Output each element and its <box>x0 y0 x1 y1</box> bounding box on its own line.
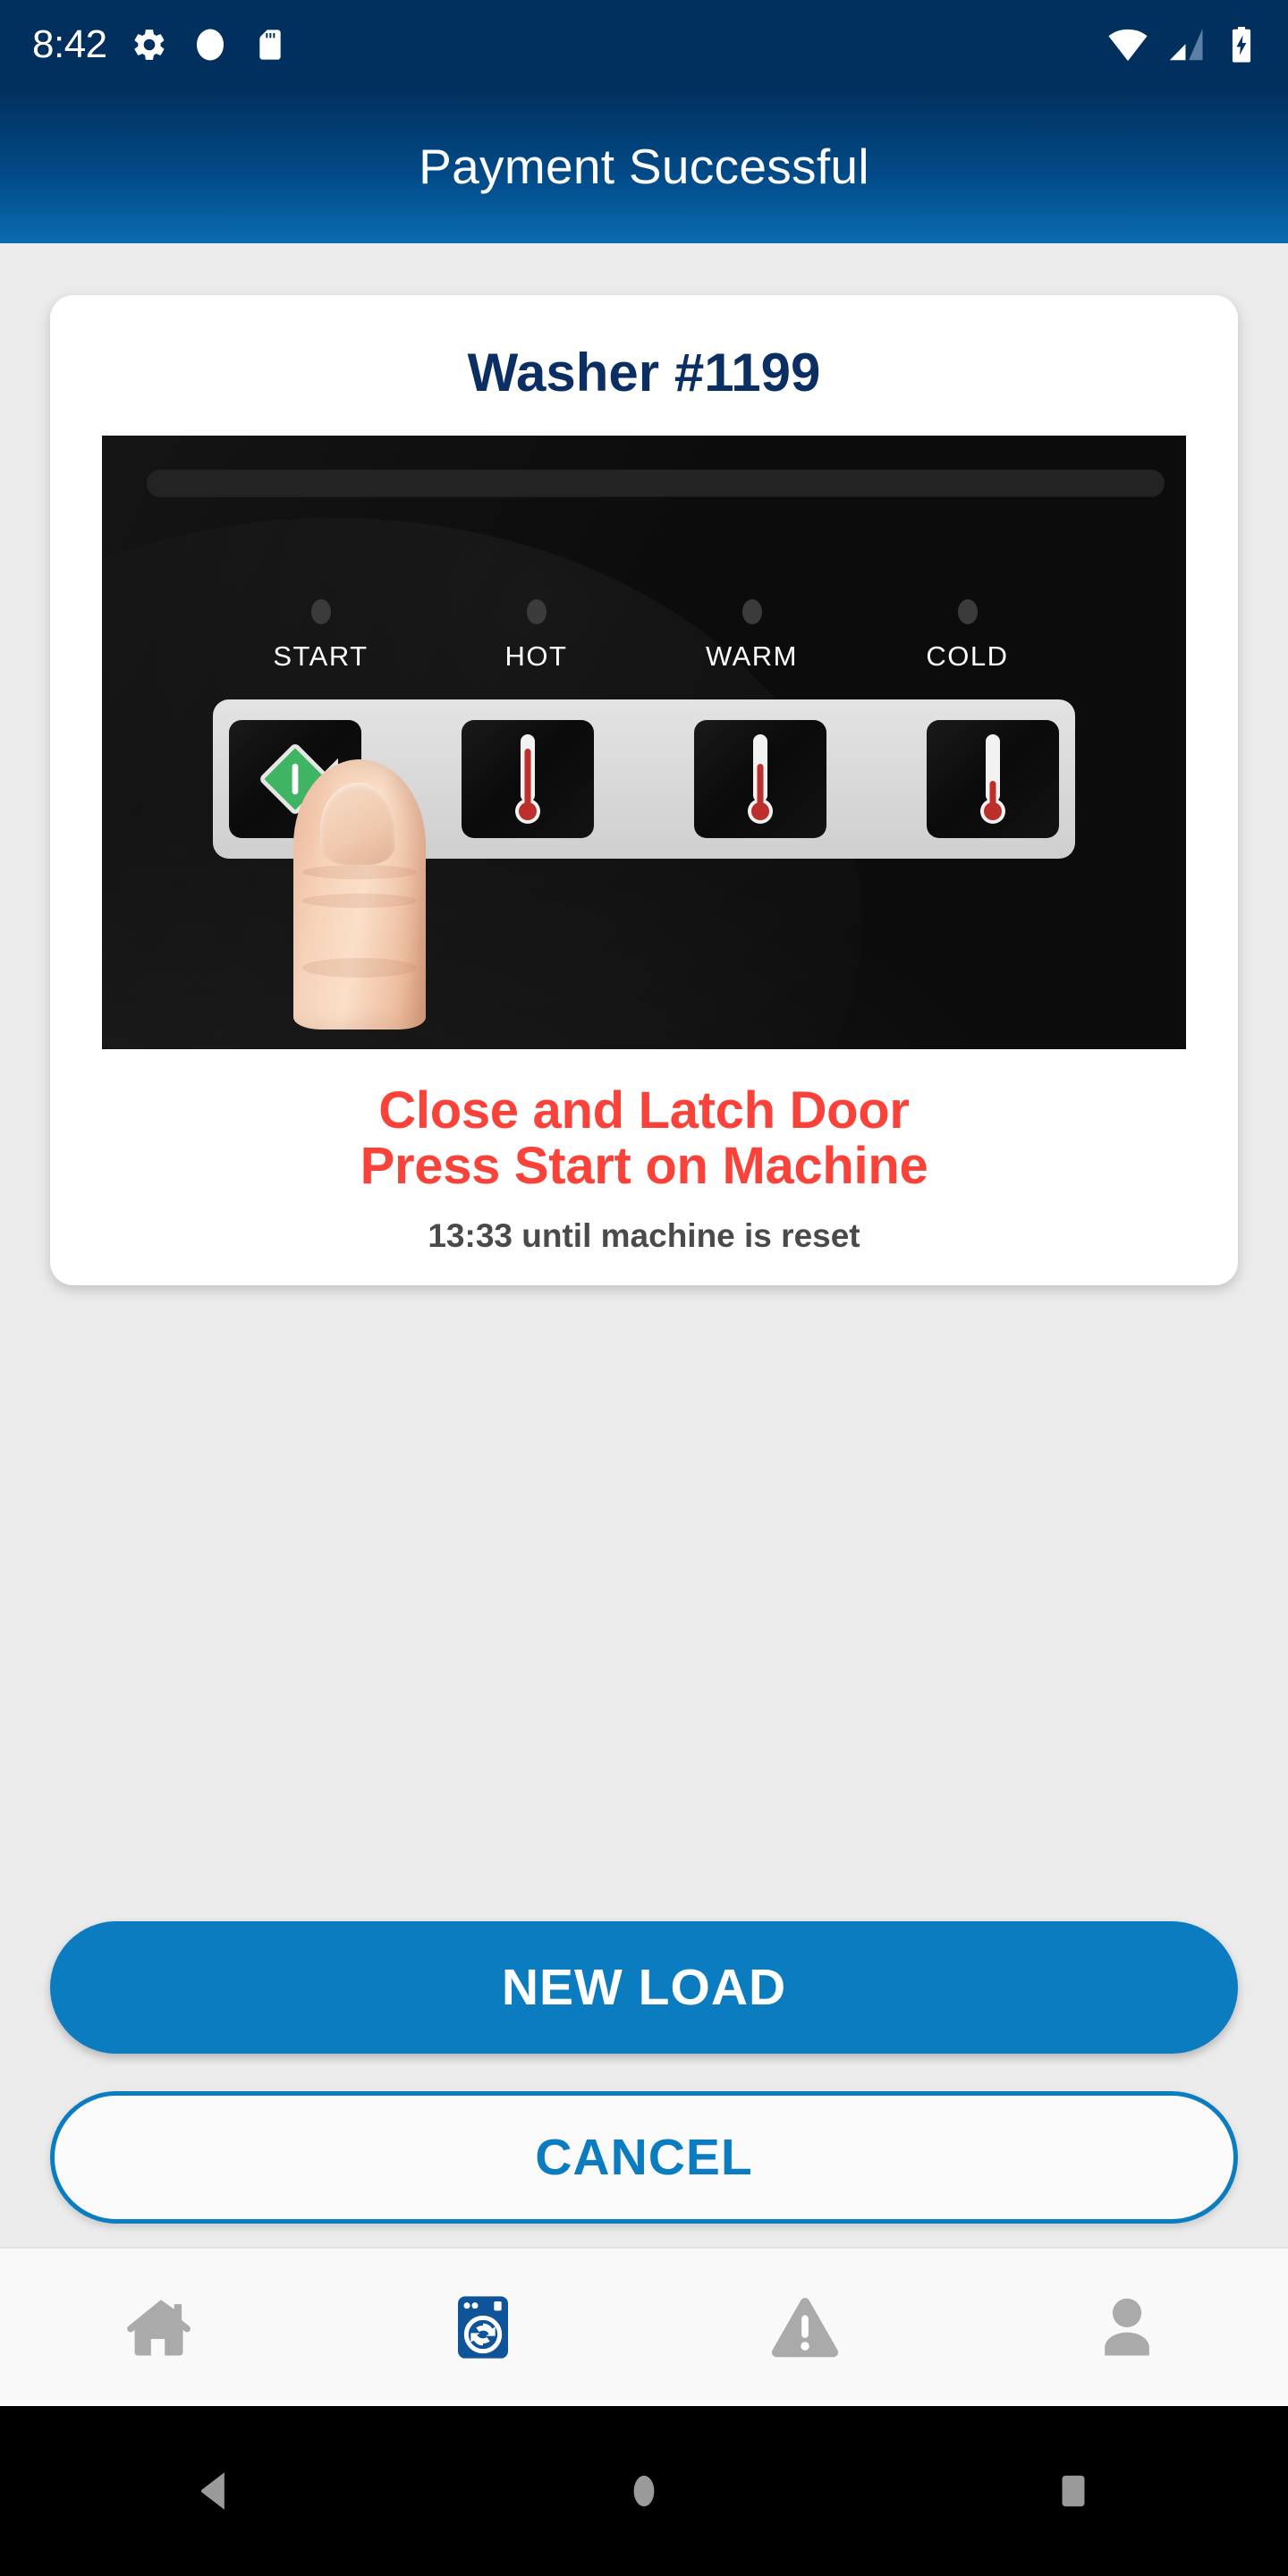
sd-card-icon <box>258 30 281 60</box>
thermometer-icon <box>748 734 773 824</box>
home-icon <box>127 2300 191 2356</box>
action-buttons: NEW LOAD CANCEL <box>0 1921 1288 2247</box>
battery-charging-icon <box>1232 27 1251 63</box>
instruction-line-1: Close and Latch Door <box>378 1081 910 1140</box>
tab-alerts[interactable] <box>644 2249 966 2406</box>
control-labels-row: START HOT WARM COLD <box>213 599 1075 673</box>
bottom-tab-bar <box>0 2247 1288 2406</box>
machine-control-panel-photo: START HOT WARM COLD <box>102 436 1186 1049</box>
instructions-block: Close and Latch Door Press Start on Mach… <box>50 1081 1238 1255</box>
main-content: Washer #1199 START HOT WARM COLD Close a… <box>0 243 1288 2406</box>
recents-square-icon <box>1062 2475 1085 2507</box>
control-label-start: START <box>213 599 428 673</box>
status-bar: 8:42 <box>0 0 1288 89</box>
page-title: Payment Successful <box>419 139 869 194</box>
led-indicator-icon <box>957 599 978 624</box>
led-indicator-icon <box>741 599 762 624</box>
label-text: WARM <box>706 640 798 672</box>
reset-timer-text: 13:33 until machine is reset <box>428 1217 860 1255</box>
label-text: HOT <box>504 640 568 672</box>
led-indicator-icon <box>526 599 547 624</box>
finger-pressing-start-icon <box>293 759 426 1030</box>
knuckle-crease <box>302 894 417 908</box>
new-load-button[interactable]: NEW LOAD <box>50 1921 1238 2054</box>
system-home-button[interactable] <box>564 2406 724 2576</box>
control-label-warm: WARM <box>644 599 860 673</box>
machine-title: Washer #1199 <box>467 343 821 402</box>
machine-status-card: Washer #1199 START HOT WARM COLD Close a… <box>50 295 1238 1286</box>
thermometer-icon <box>515 734 540 824</box>
washing-machine-icon <box>458 2296 508 2359</box>
app-header: Payment Successful <box>0 89 1288 243</box>
back-triangle-icon <box>201 2472 225 2510</box>
label-text: COLD <box>926 640 1009 672</box>
gear-icon <box>134 30 165 60</box>
thermometer-icon <box>980 734 1005 824</box>
machine-warm-button <box>694 720 826 838</box>
knuckle-crease <box>302 865 417 879</box>
warning-triangle-icon <box>771 2298 839 2358</box>
tab-account[interactable] <box>966 2249 1288 2406</box>
home-circle-icon <box>633 2475 655 2507</box>
cellular-signal-icon <box>1169 29 1203 61</box>
system-recents-button[interactable] <box>993 2406 1154 2576</box>
android-system-nav <box>0 2406 1288 2576</box>
person-icon <box>1105 2298 1149 2356</box>
tab-machines[interactable] <box>322 2249 644 2406</box>
control-label-hot: HOT <box>428 599 644 673</box>
wifi-icon <box>1108 29 1148 62</box>
status-bar-right <box>1107 25 1256 64</box>
fingernail <box>320 783 395 865</box>
tab-home[interactable] <box>0 2249 322 2406</box>
machine-cold-button <box>927 720 1059 838</box>
instruction-line-2: Press Start on Machine <box>360 1137 928 1196</box>
knuckle-crease <box>302 958 417 978</box>
machine-hot-button <box>462 720 594 838</box>
circle-icon <box>196 29 224 61</box>
label-text: START <box>273 640 369 672</box>
led-indicator-icon <box>310 599 331 624</box>
status-bar-left: 8:42 <box>32 25 288 64</box>
app-screen: 8:42 Payment Successful Washer #1199 STA… <box>0 0 1288 2576</box>
machine-top-strip <box>147 470 1165 496</box>
status-bar-clock: 8:42 <box>32 22 107 66</box>
control-label-cold: COLD <box>860 599 1075 673</box>
system-back-button[interactable] <box>134 2406 295 2576</box>
cancel-button[interactable]: CANCEL <box>50 2091 1238 2224</box>
